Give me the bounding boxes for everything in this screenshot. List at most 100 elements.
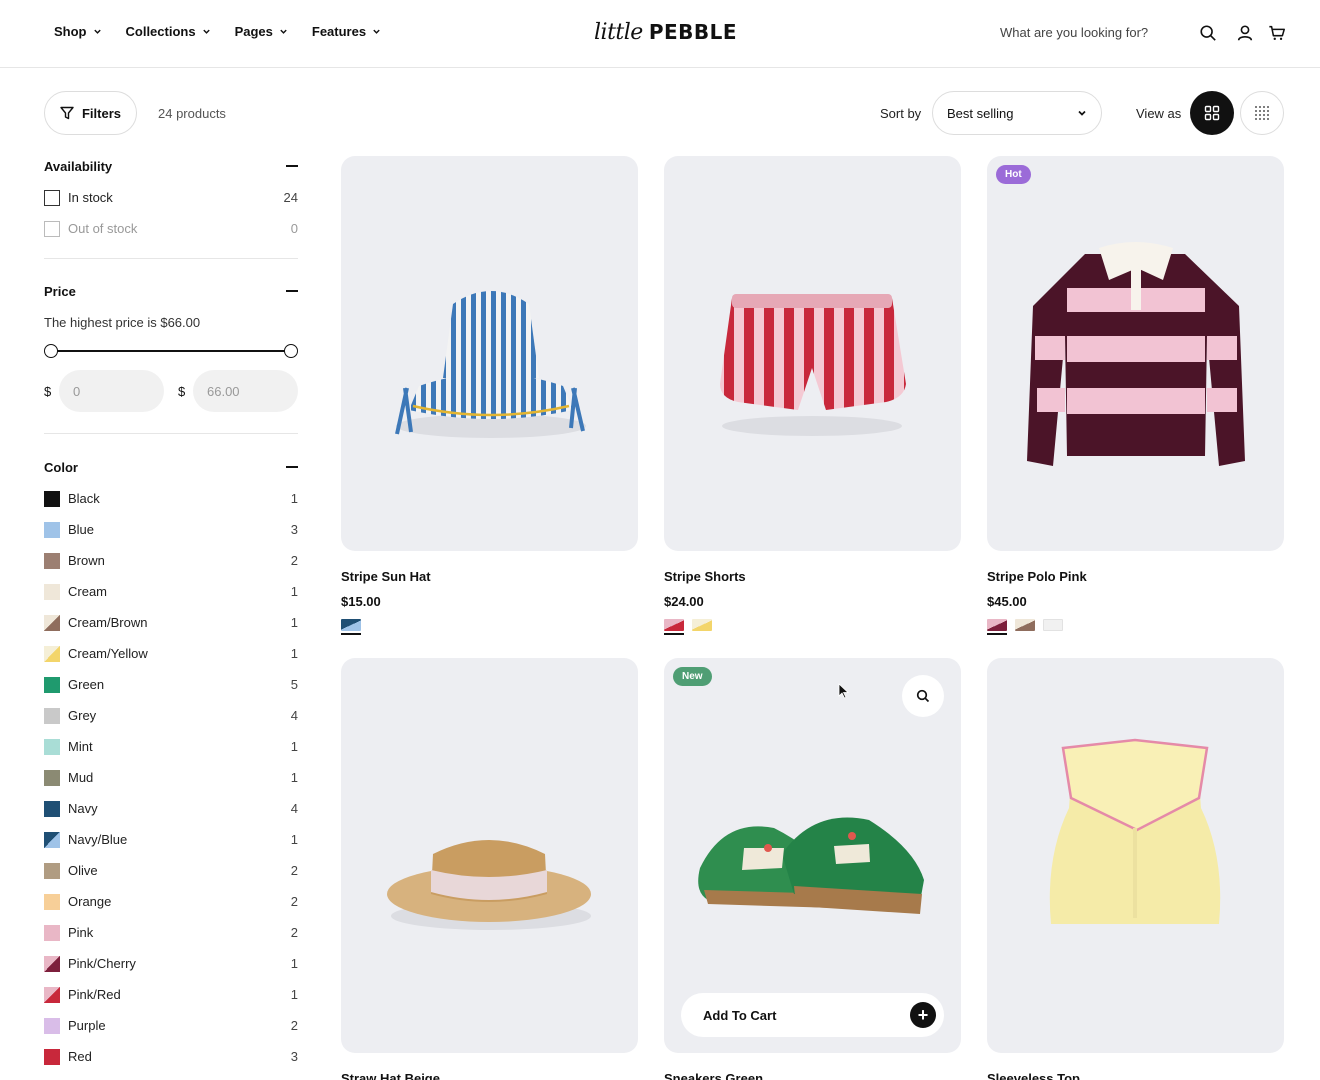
filter-option-color[interactable]: Pink 2 bbox=[44, 917, 298, 948]
product-color-swatch[interactable] bbox=[341, 619, 361, 635]
color-swatch[interactable] bbox=[44, 862, 60, 879]
color-swatch[interactable] bbox=[44, 800, 60, 817]
checkbox[interactable] bbox=[44, 220, 60, 237]
filter-option-color[interactable]: Green 5 bbox=[44, 669, 298, 700]
product-color-swatch[interactable] bbox=[987, 619, 1007, 635]
color-swatch[interactable] bbox=[44, 676, 60, 693]
product-price: $24.00 bbox=[664, 594, 704, 609]
product-color-swatch[interactable] bbox=[1043, 619, 1063, 631]
nav-features[interactable]: Features bbox=[312, 24, 381, 39]
product-card[interactable]: Stripe Shorts $24.00 bbox=[664, 156, 961, 635]
quick-view-button[interactable] bbox=[902, 675, 944, 717]
color-swatch[interactable] bbox=[44, 893, 60, 910]
search-icon bbox=[916, 689, 930, 703]
product-title[interactable]: Sneakers Green bbox=[664, 1071, 961, 1080]
product-color-swatch[interactable] bbox=[1015, 619, 1035, 631]
cart-icon[interactable] bbox=[1268, 24, 1286, 42]
price-max-input[interactable]: 66.00 bbox=[193, 370, 298, 412]
product-card[interactable]: Hot Stripe Polo Pink $45.00 bbox=[987, 156, 1284, 635]
sleeveless-top-image bbox=[1049, 738, 1221, 924]
compact-grid-view-button[interactable] bbox=[1240, 91, 1284, 135]
account-icon[interactable] bbox=[1236, 24, 1254, 42]
filter-option-color[interactable]: Blue 3 bbox=[44, 514, 298, 545]
filter-option-color[interactable]: Grey 4 bbox=[44, 700, 298, 731]
product-card[interactable]: Sleeveless Top bbox=[987, 658, 1284, 1080]
filter-option-out-of-stock[interactable]: Out of stock 0 bbox=[44, 213, 298, 244]
filter-option-color[interactable]: Mud 1 bbox=[44, 762, 298, 793]
product-card[interactable]: Straw Hat Beige bbox=[341, 658, 638, 1080]
color-swatch[interactable] bbox=[44, 831, 60, 848]
filter-option-color[interactable]: Black 1 bbox=[44, 483, 298, 514]
price-range-slider[interactable] bbox=[44, 344, 298, 358]
slider-track bbox=[50, 350, 292, 352]
collapse-icon[interactable] bbox=[286, 290, 298, 292]
slider-max-handle[interactable] bbox=[284, 344, 298, 358]
search-input[interactable]: What are you looking for? bbox=[1000, 25, 1148, 40]
filter-option-color[interactable]: Purple 2 bbox=[44, 1010, 298, 1041]
option-count: 5 bbox=[290, 677, 298, 692]
color-swatch[interactable] bbox=[44, 955, 60, 972]
color-swatch[interactable] bbox=[44, 1048, 60, 1065]
filter-option-color[interactable]: Brown 2 bbox=[44, 545, 298, 576]
hot-badge: Hot bbox=[996, 165, 1031, 184]
product-title[interactable]: Sleeveless Top bbox=[987, 1071, 1284, 1080]
site-logo[interactable]: little PEBBLE bbox=[594, 20, 737, 45]
color-swatch[interactable] bbox=[44, 769, 60, 786]
filter-option-color[interactable]: Cream/Brown 1 bbox=[44, 607, 298, 638]
availability-header[interactable]: Availability bbox=[44, 156, 298, 176]
filter-option-color[interactable]: Mint 1 bbox=[44, 731, 298, 762]
filter-option-color[interactable]: Pink/Cherry 1 bbox=[44, 948, 298, 979]
filter-option-color[interactable]: Navy/Blue 1 bbox=[44, 824, 298, 855]
option-label: Grey bbox=[68, 708, 97, 723]
product-image[interactable] bbox=[664, 156, 961, 551]
color-swatch[interactable] bbox=[44, 490, 60, 507]
filter-option-color[interactable]: Navy 4 bbox=[44, 793, 298, 824]
grid-view-button[interactable] bbox=[1190, 91, 1234, 135]
color-swatch[interactable] bbox=[44, 924, 60, 941]
color-swatch[interactable] bbox=[44, 707, 60, 724]
product-title[interactable]: Stripe Polo Pink bbox=[987, 569, 1284, 584]
color-swatch[interactable] bbox=[44, 583, 60, 600]
color-swatch[interactable] bbox=[44, 1017, 60, 1034]
product-color-swatch[interactable] bbox=[692, 619, 712, 631]
color-swatch[interactable] bbox=[44, 986, 60, 1003]
filter-option-color[interactable]: Cream/Yellow 1 bbox=[44, 638, 298, 669]
search-icon[interactable] bbox=[1199, 24, 1217, 42]
product-image[interactable] bbox=[341, 156, 638, 551]
slider-min-handle[interactable] bbox=[44, 344, 58, 358]
color-header[interactable]: Color bbox=[44, 457, 298, 477]
price-note: The highest price is $66.00 bbox=[44, 315, 201, 330]
product-card[interactable]: New Add To Cart + Sneakers Green bbox=[664, 658, 961, 1080]
color-swatch[interactable] bbox=[44, 738, 60, 755]
nav-shop[interactable]: Shop bbox=[54, 24, 102, 39]
product-color-swatch[interactable] bbox=[664, 619, 684, 635]
color-swatch[interactable] bbox=[44, 552, 60, 569]
product-title[interactable]: Stripe Sun Hat bbox=[341, 569, 638, 584]
checkbox[interactable] bbox=[44, 189, 60, 206]
filter-option-color[interactable]: Orange 2 bbox=[44, 886, 298, 917]
filters-button[interactable]: Filters bbox=[44, 91, 137, 135]
filter-option-in-stock[interactable]: In stock 24 bbox=[44, 182, 298, 213]
color-swatch[interactable] bbox=[44, 645, 60, 662]
filter-option-color[interactable]: Pink/Red 1 bbox=[44, 979, 298, 1010]
add-to-cart-button[interactable]: Add To Cart + bbox=[681, 993, 944, 1037]
product-title[interactable]: Straw Hat Beige bbox=[341, 1071, 638, 1080]
product-card[interactable]: Stripe Sun Hat $15.00 bbox=[341, 156, 638, 635]
collapse-icon[interactable] bbox=[286, 466, 298, 468]
color-swatch[interactable] bbox=[44, 614, 60, 631]
filter-option-color[interactable]: Cream 1 bbox=[44, 576, 298, 607]
product-image[interactable] bbox=[987, 658, 1284, 1053]
product-title[interactable]: Stripe Shorts bbox=[664, 569, 961, 584]
product-image[interactable]: New Add To Cart + bbox=[664, 658, 961, 1053]
color-swatch[interactable] bbox=[44, 521, 60, 538]
product-image[interactable] bbox=[341, 658, 638, 1053]
product-image[interactable]: Hot bbox=[987, 156, 1284, 551]
sort-select[interactable]: Best selling bbox=[932, 91, 1102, 135]
filter-option-color[interactable]: Olive 2 bbox=[44, 855, 298, 886]
price-min-input[interactable]: 0 bbox=[59, 370, 164, 412]
nav-collections[interactable]: Collections bbox=[126, 24, 211, 39]
price-header[interactable]: Price bbox=[44, 281, 298, 301]
collapse-icon[interactable] bbox=[286, 165, 298, 167]
nav-pages[interactable]: Pages bbox=[235, 24, 288, 39]
filter-option-color[interactable]: Red 3 bbox=[44, 1041, 298, 1072]
